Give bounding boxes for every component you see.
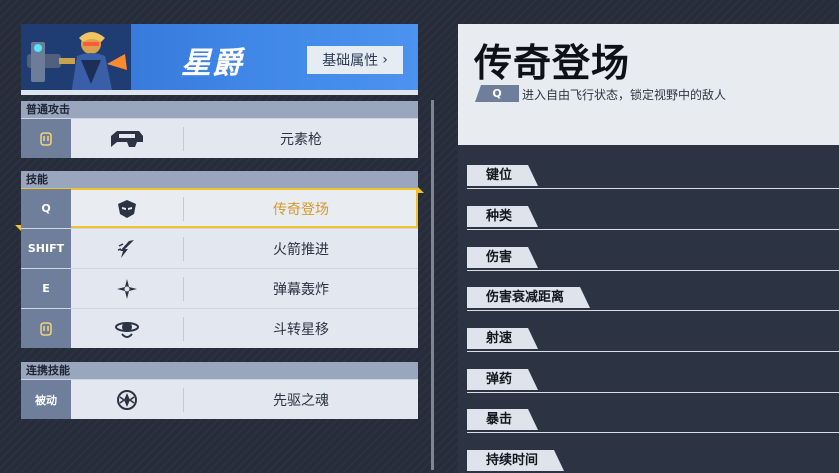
skill-icon-cell [71, 119, 183, 158]
skill-row-e[interactable]: E 弹幕轰炸 [21, 268, 418, 308]
skill-label: 传奇登场 [273, 201, 329, 218]
bullet-barrage-icon [117, 278, 137, 299]
chevron-right-icon: › [382, 52, 388, 68]
skill-icon-cell [71, 269, 183, 308]
section-header-combo: 连携技能 [21, 362, 418, 379]
stat-label: 射速 [467, 328, 538, 349]
stat-label: 伤害衰减距离 [467, 287, 590, 308]
key-cell: Q [21, 189, 71, 228]
section-header-basic: 普通攻击 [21, 101, 418, 118]
section-header-skills: 技能 [21, 171, 418, 188]
skill-label: 先驱之魂 [273, 392, 329, 409]
key-cell: 被动 [21, 380, 71, 419]
skill-row-shift[interactable]: SHIFT 火箭推进 [21, 228, 418, 268]
blaster-gun-icon [111, 130, 143, 147]
key-cell [21, 119, 71, 158]
combo-section: 连携技能 被动 先驱之魂 [21, 362, 418, 419]
skill-label: 火箭推进 [273, 241, 329, 258]
selection-corner [418, 187, 424, 193]
hero-banner: 星爵 基础属性 › [21, 24, 418, 95]
stat-label: 弹药 [467, 369, 538, 390]
mouse-icon [40, 131, 52, 146]
star-swap-icon [115, 321, 139, 338]
stat-row-keybind: 键位 [467, 165, 839, 189]
stat-label: 暴击 [467, 409, 538, 430]
stat-label: 持续时间 [467, 450, 564, 471]
vanguard-soul-icon [117, 389, 137, 410]
legend-mask-icon [118, 199, 136, 218]
skill-row-basic-attack[interactable]: 元素枪 [21, 118, 418, 158]
base-attributes-label: 基础属性 [322, 53, 379, 69]
skill-label: 斗转星移 [273, 321, 329, 338]
key-cell: E [21, 269, 71, 308]
skill-label: 弹幕轰炸 [273, 281, 329, 298]
hero-portrait [21, 24, 131, 95]
skill-icon-cell [71, 189, 183, 228]
skill-description: 进入自由飞行状态，锁定视野中的敌人 [522, 88, 727, 102]
skill-row-q[interactable]: Q 传奇登场 [15, 187, 424, 231]
stat-row-fire-rate: 射速 [467, 328, 839, 352]
stat-row-damage: 伤害 [467, 247, 839, 271]
key-cell: SHIFT [21, 229, 71, 268]
basic-attack-section: 普通攻击 元素枪 [21, 101, 418, 158]
hero-name: 星爵 [181, 46, 243, 81]
stat-row-crit: 暴击 [467, 409, 839, 433]
skill-list-scrollbar[interactable] [431, 100, 434, 470]
stat-row-duration: 持续时间 [467, 450, 839, 473]
skill-row-passive[interactable]: 被动 先驱之魂 [21, 379, 418, 419]
skill-icon-cell [71, 229, 183, 268]
stat-row-type: 种类 [467, 206, 839, 230]
stat-row-falloff: 伤害衰减距离 [467, 287, 839, 311]
base-attributes-button[interactable]: 基础属性 › [307, 46, 403, 74]
stat-row-ammo: 弹药 [467, 369, 839, 393]
stat-label: 种类 [467, 206, 538, 227]
skill-icon-cell [71, 380, 183, 419]
skill-icon-cell [71, 309, 183, 348]
skill-detail-header: 传奇登场 Q 进入自由飞行状态，锁定视野中的敌人 [458, 24, 839, 145]
mouse-icon [40, 321, 52, 336]
rocket-boost-icon [117, 239, 134, 258]
key-cell [21, 309, 71, 348]
skill-row-alt-fire[interactable]: 斗转星移 [21, 308, 418, 348]
skill-stats-panel: 键位 种类 伤害 伤害衰减距离 射速 弹药 暴击 持续时间 [458, 145, 839, 473]
stat-label: 键位 [467, 165, 538, 186]
stat-label: 伤害 [467, 247, 538, 268]
skills-section: 技能 Q 传奇登场 SHIFT 火箭推进 E 弹幕轰炸 斗转星移 [15, 171, 424, 348]
skill-key-badge: Q [475, 85, 519, 102]
skill-label: 元素枪 [280, 131, 322, 148]
skill-title: 传奇登场 [474, 41, 631, 85]
